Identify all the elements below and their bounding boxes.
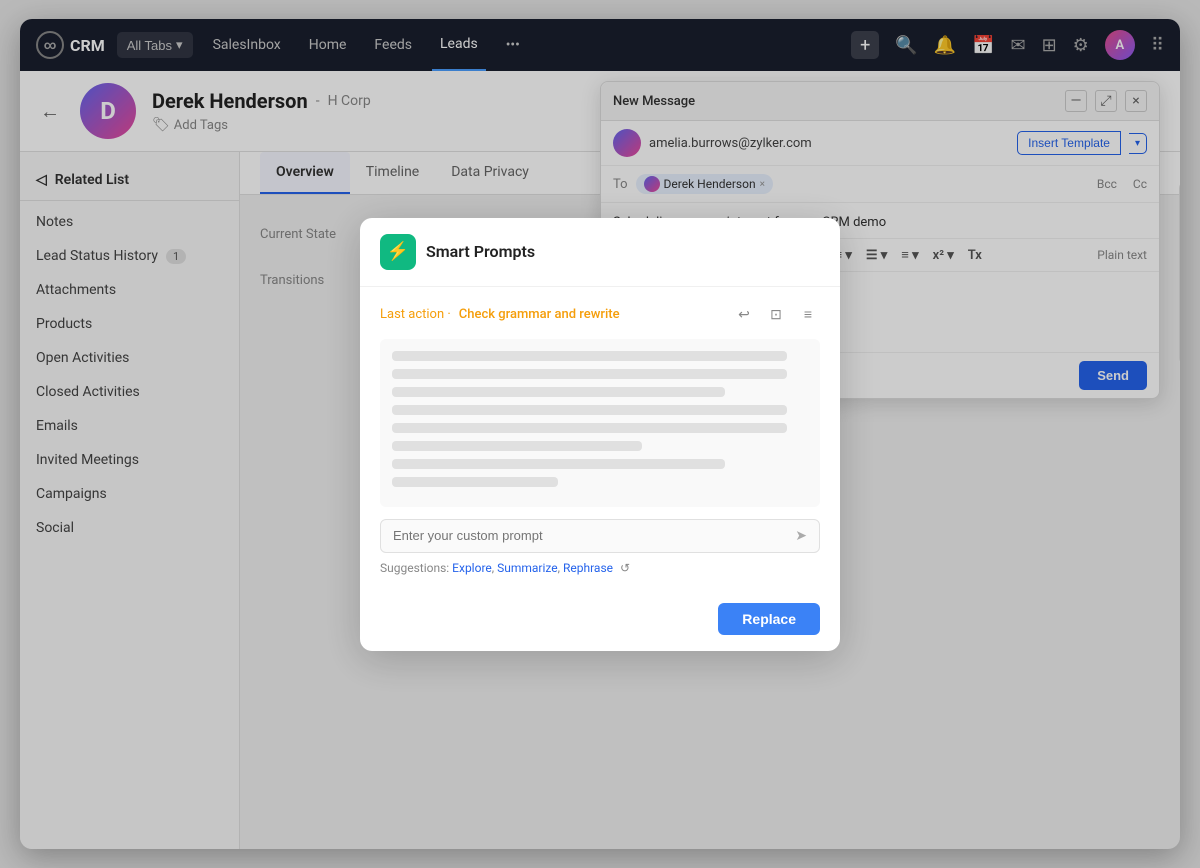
- content-line-8: [392, 477, 558, 487]
- modal-icon: ⚡: [380, 234, 416, 270]
- last-action-label: Last action ·: [380, 307, 451, 322]
- prompt-input-row: ➤: [380, 519, 820, 553]
- prompt-send-button[interactable]: ➤: [795, 528, 807, 544]
- modal-footer: Replace: [360, 591, 840, 651]
- smart-prompts-modal: ⚡ Smart Prompts Last action · Check gram…: [360, 218, 840, 651]
- suggestions-row: Suggestions: Explore, Summarize, Rephras…: [380, 561, 820, 575]
- suggestions-label: Suggestions:: [380, 561, 449, 575]
- content-line-3: [392, 387, 725, 397]
- copy-button[interactable]: ⊡: [764, 303, 788, 327]
- modal-body: Last action · Check grammar and rewrite …: [360, 287, 840, 591]
- suggestion-rephrase-link[interactable]: Rephrase: [563, 561, 613, 575]
- last-action-value: Check grammar and rewrite: [459, 307, 620, 322]
- content-line-7: [392, 459, 725, 469]
- modal-overlay[interactable]: ⚡ Smart Prompts Last action · Check gram…: [0, 0, 1200, 868]
- content-line-5: [392, 423, 787, 433]
- more-options-button[interactable]: ≡: [796, 303, 820, 327]
- suggestion-summarize-link[interactable]: Summarize: [497, 561, 558, 575]
- last-action-row: Last action · Check grammar and rewrite …: [380, 303, 820, 327]
- suggestion-explore-link[interactable]: Explore: [452, 561, 492, 575]
- content-preview-area: [380, 339, 820, 507]
- modal-title: Smart Prompts: [426, 242, 535, 261]
- undo-button[interactable]: ↩: [732, 303, 756, 327]
- action-controls: ↩ ⊡ ≡: [732, 303, 820, 327]
- refresh-suggestions-icon[interactable]: ↺: [620, 561, 630, 575]
- replace-button[interactable]: Replace: [718, 603, 820, 635]
- content-line-1: [392, 351, 787, 361]
- content-line-6: [392, 441, 642, 451]
- custom-prompt-input[interactable]: [393, 528, 795, 543]
- modal-header: ⚡ Smart Prompts: [360, 218, 840, 287]
- content-line-2: [392, 369, 787, 379]
- content-line-4: [392, 405, 787, 415]
